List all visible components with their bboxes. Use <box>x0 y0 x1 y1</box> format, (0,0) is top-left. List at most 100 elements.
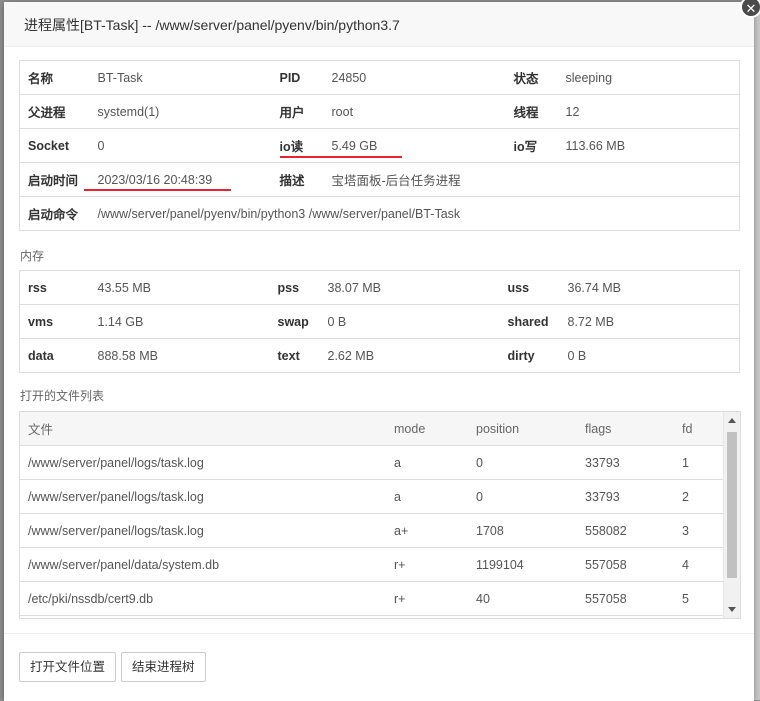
column-header-mode[interactable]: mode <box>386 412 468 446</box>
status-value: sleeping <box>557 60 740 95</box>
memory-row: rss 43.55 MB pss 38.07 MB uss 36.74 MB <box>19 270 740 305</box>
file-position: 1708 <box>468 513 577 548</box>
open-files-section-title: 打开的文件列表 <box>20 389 105 403</box>
file-position: 1199104 <box>468 547 577 582</box>
scroll-down-arrow-icon[interactable] <box>728 607 736 612</box>
file-fd: 1 <box>674 445 723 480</box>
shared-label: shared <box>499 304 560 339</box>
pid-label: PID <box>271 60 324 95</box>
info-row: 父进程 systemd(1) 用户 root 线程 12 <box>19 94 740 129</box>
file-mode: a <box>386 479 468 514</box>
column-header-fd[interactable]: fd <box>674 412 723 446</box>
table-row: /www/server/panel/data/system.db r+ 1199… <box>20 547 723 582</box>
file-position: 40 <box>468 581 577 616</box>
file-path: /www/server/panel/data/system.db <box>20 547 386 582</box>
kill-process-tree-button[interactable]: 结束进程树 <box>121 652 206 682</box>
pss-label: pss <box>269 270 320 305</box>
start-time-annotation-underline <box>84 189 231 191</box>
vms-value: 1.14 GB <box>89 304 270 339</box>
dirty-label: dirty <box>499 338 560 373</box>
dialog-header: 进程属性[BT-Task] -- /www/server/panel/pyenv… <box>4 2 754 47</box>
pss-value: 38.07 MB <box>319 270 500 305</box>
data-value: 888.58 MB <box>89 338 270 373</box>
description-value: 宝塔面板-后台任务进程 <box>323 162 740 197</box>
file-position: 0 <box>468 445 577 480</box>
file-mode: a <box>386 445 468 480</box>
table-row: /www/server/panel/logs/task.log a 0 3379… <box>20 445 723 480</box>
threads-value: 12 <box>557 94 740 129</box>
file-flags: 558082 <box>577 513 674 548</box>
io-write-value: 113.66 MB <box>557 128 740 163</box>
table-row: /www/server/panel/logs/task.log a 0 3379… <box>20 479 723 514</box>
swap-label: swap <box>269 304 320 339</box>
files-scrollbar[interactable] <box>723 412 740 618</box>
threads-label: 线程 <box>505 94 558 129</box>
file-flags: 33793 <box>577 479 674 514</box>
file-fd: 5 <box>674 581 723 616</box>
memory-section-title: 内存 <box>20 249 45 263</box>
start-time-value: 2023/03/16 20:48:39 <box>89 162 272 197</box>
memory-table: rss 43.55 MB pss 38.07 MB uss 36.74 MB v… <box>19 270 740 373</box>
process-info-table: 名称 BT-Task PID 24850 状态 sleeping 父进程 sys… <box>19 60 740 231</box>
vms-label: vms <box>19 304 90 339</box>
status-label: 状态 <box>505 60 558 95</box>
user-label: 用户 <box>271 94 324 129</box>
text-label: text <box>269 338 320 373</box>
name-value: BT-Task <box>89 60 272 95</box>
rss-value: 43.55 MB <box>89 270 270 305</box>
dialog-title: 进程属性[BT-Task] -- /www/server/panel/pyenv… <box>24 17 400 33</box>
dirty-value: 0 B <box>559 338 740 373</box>
uss-value: 36.74 MB <box>559 270 740 305</box>
file-fd: 4 <box>674 547 723 582</box>
file-mode: r+ <box>386 581 468 616</box>
close-icon[interactable]: ✕ <box>740 0 760 18</box>
file-mode: a+ <box>386 513 468 548</box>
text-value: 2.62 MB <box>319 338 500 373</box>
user-value: root <box>323 94 506 129</box>
start-time-label: 启动时间 <box>19 162 90 197</box>
info-row: 启动时间 2023/03/16 20:48:39 描述 宝塔面板-后台任务进程 <box>19 162 740 197</box>
dialog-footer: 打开文件位置 结束进程树 <box>4 633 754 701</box>
process-properties-dialog: 进程属性[BT-Task] -- /www/server/panel/pyenv… <box>4 0 760 701</box>
parent-label: 父进程 <box>19 94 90 129</box>
socket-value: 0 <box>89 128 272 163</box>
data-label: data <box>19 338 90 373</box>
command-label: 启动命令 <box>19 196 90 231</box>
scroll-thumb[interactable] <box>727 432 737 578</box>
scroll-up-arrow-icon[interactable] <box>728 418 736 423</box>
open-files-table: 文件 mode position flags fd /www/server/pa… <box>20 412 723 616</box>
shared-value: 8.72 MB <box>559 304 740 339</box>
info-row: 名称 BT-Task PID 24850 状态 sleeping <box>19 60 740 95</box>
file-path: /www/server/panel/logs/task.log <box>20 445 386 480</box>
file-fd: 2 <box>674 479 723 514</box>
pid-value: 24850 <box>323 60 506 95</box>
column-header-file[interactable]: 文件 <box>20 412 386 446</box>
io-write-label: io写 <box>505 128 558 163</box>
name-label: 名称 <box>19 60 90 95</box>
table-header-row: 文件 mode position flags fd <box>20 412 723 446</box>
description-label: 描述 <box>271 162 324 197</box>
command-value: /www/server/panel/pyenv/bin/python3 /www… <box>89 196 740 231</box>
swap-value: 0 B <box>319 304 500 339</box>
file-position: 0 <box>468 479 577 514</box>
file-flags: 33793 <box>577 445 674 480</box>
file-flags: 557058 <box>577 547 674 582</box>
socket-label: Socket <box>19 128 90 163</box>
memory-row: vms 1.14 GB swap 0 B shared 8.72 MB <box>19 304 740 339</box>
table-row: /etc/pki/nssdb/cert9.db r+ 40 557058 5 <box>20 581 723 616</box>
column-header-flags[interactable]: flags <box>577 412 674 446</box>
table-row: /www/server/panel/logs/task.log a+ 1708 … <box>20 513 723 548</box>
file-path: /etc/pki/nssdb/cert9.db <box>20 581 386 616</box>
open-file-location-button[interactable]: 打开文件位置 <box>19 652 117 682</box>
info-row: 启动命令 /www/server/panel/pyenv/bin/python3… <box>19 196 740 231</box>
memory-row: data 888.58 MB text 2.62 MB dirty 0 B <box>19 338 740 373</box>
column-header-position[interactable]: position <box>468 412 577 446</box>
file-flags: 557058 <box>577 581 674 616</box>
file-fd: 3 <box>674 513 723 548</box>
file-path: /www/server/panel/logs/task.log <box>20 479 386 514</box>
uss-label: uss <box>499 270 560 305</box>
file-mode: r+ <box>386 547 468 582</box>
file-path: /www/server/panel/logs/task.log <box>20 513 386 548</box>
rss-label: rss <box>19 270 90 305</box>
open-files-list[interactable]: 文件 mode position flags fd /www/server/pa… <box>19 411 741 619</box>
